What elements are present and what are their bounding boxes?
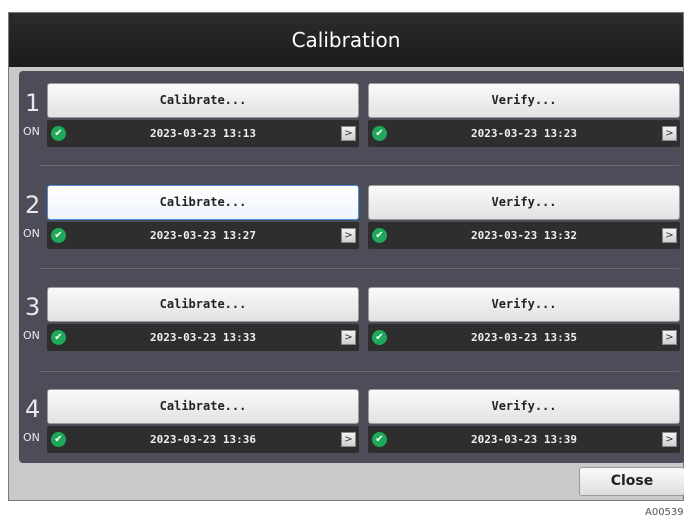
arrow-right-icon[interactable]: > [662,330,677,345]
verify-group: Verify... ✔ 2023-03-23 13:32 > [368,185,680,251]
arrow-right-icon[interactable]: > [662,126,677,141]
row-divider [39,268,679,269]
row-number: 2 [25,191,41,219]
calibration-row: 2 ON Calibrate... ✔ 2023-03-23 13:27 > V… [19,185,684,251]
row-status: ON [23,431,40,444]
row-number: 1 [25,89,41,117]
verify-status-bar: ✔ 2023-03-23 13:32 > [368,222,680,249]
calibration-window: Calibration 1 ON Calibrate... ✔ 2023-03-… [8,12,684,501]
calibrate-group: Calibrate... ✔ 2023-03-23 13:36 > [47,389,359,455]
row-status: ON [23,125,40,138]
calibrate-group: Calibrate... ✔ 2023-03-23 13:13 > [47,83,359,149]
calibration-row: 1 ON Calibrate... ✔ 2023-03-23 13:13 > V… [19,83,684,149]
row-status: ON [23,329,40,342]
calibration-panel: 1 ON Calibrate... ✔ 2023-03-23 13:13 > V… [19,71,684,463]
calibrate-status-bar: ✔ 2023-03-23 13:27 > [47,222,359,249]
arrow-right-icon[interactable]: > [341,126,356,141]
calibrate-status-bar: ✔ 2023-03-23 13:33 > [47,324,359,351]
verify-group: Verify... ✔ 2023-03-23 13:23 > [368,83,680,149]
verify-timestamp: 2023-03-23 13:23 [471,127,577,140]
verify-timestamp: 2023-03-23 13:32 [471,229,577,242]
row-divider [39,165,679,166]
verify-button[interactable]: Verify... [368,83,680,118]
window-title: Calibration [9,13,683,67]
calibrate-timestamp: 2023-03-23 13:33 [150,331,256,344]
arrow-right-icon[interactable]: > [341,228,356,243]
verify-status-bar: ✔ 2023-03-23 13:35 > [368,324,680,351]
row-number: 4 [25,395,41,423]
arrow-right-icon[interactable]: > [341,330,356,345]
calibrate-button[interactable]: Calibrate... [47,389,359,424]
figure-id: A005399 [644,507,684,518]
verify-status-bar: ✔ 2023-03-23 13:39 > [368,426,680,453]
arrow-right-icon[interactable]: > [662,432,677,447]
calibrate-status-bar: ✔ 2023-03-23 13:36 > [47,426,359,453]
calibrate-button[interactable]: Calibrate... [47,287,359,322]
close-button[interactable]: Close [579,467,684,496]
verify-button[interactable]: Verify... [368,185,680,220]
verify-timestamp: 2023-03-23 13:39 [471,433,577,446]
calibrate-status-bar: ✔ 2023-03-23 13:13 > [47,120,359,147]
calibration-row: 3 ON Calibrate... ✔ 2023-03-23 13:33 > V… [19,287,684,353]
verify-group: Verify... ✔ 2023-03-23 13:35 > [368,287,680,353]
calibrate-button[interactable]: Calibrate... [47,83,359,118]
row-status: ON [23,227,40,240]
calibration-row: 4 ON Calibrate... ✔ 2023-03-23 13:36 > V… [19,389,684,455]
row-number: 3 [25,293,41,321]
calibrate-group: Calibrate... ✔ 2023-03-23 13:27 > [47,185,359,251]
calibrate-timestamp: 2023-03-23 13:27 [150,229,256,242]
verify-status-bar: ✔ 2023-03-23 13:23 > [368,120,680,147]
verify-group: Verify... ✔ 2023-03-23 13:39 > [368,389,680,455]
calibrate-button[interactable]: Calibrate... [47,185,359,220]
verify-button[interactable]: Verify... [368,389,680,424]
calibrate-timestamp: 2023-03-23 13:36 [150,433,256,446]
verify-button[interactable]: Verify... [368,287,680,322]
calibrate-timestamp: 2023-03-23 13:13 [150,127,256,140]
arrow-right-icon[interactable]: > [662,228,677,243]
arrow-right-icon[interactable]: > [341,432,356,447]
calibrate-group: Calibrate... ✔ 2023-03-23 13:33 > [47,287,359,353]
verify-timestamp: 2023-03-23 13:35 [471,331,577,344]
row-divider [39,371,679,372]
